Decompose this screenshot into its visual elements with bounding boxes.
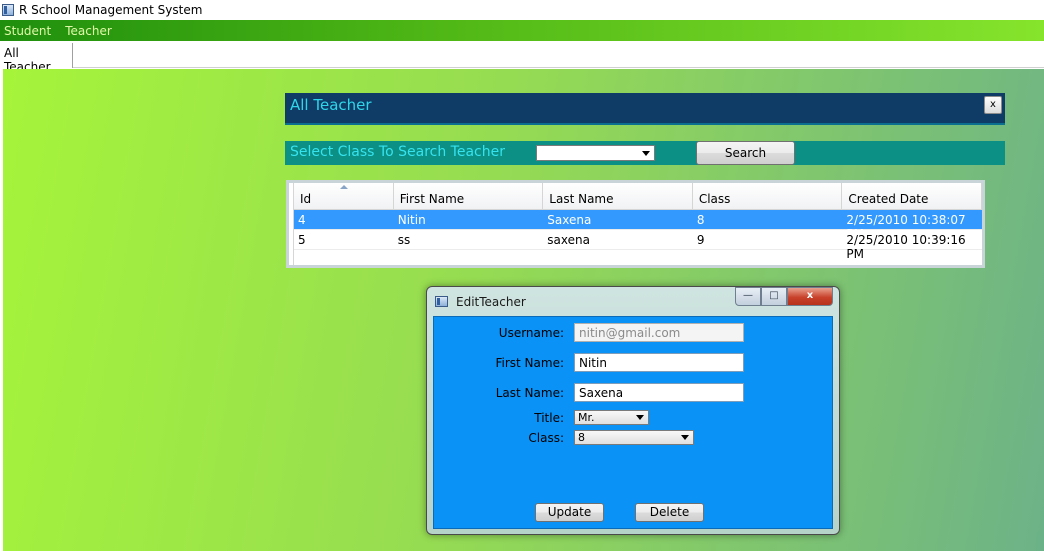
cell-first-name: Nitin — [397, 213, 426, 227]
search-button[interactable]: Search — [696, 141, 795, 165]
column-header-class[interactable]: Class — [693, 183, 843, 210]
class-select[interactable]: 8 — [574, 430, 694, 445]
menu-item-teacher[interactable]: Teacher — [61, 24, 116, 38]
column-header-label: Id — [300, 192, 312, 206]
update-button[interactable]: Update — [535, 503, 604, 522]
window-titlebar: R School Management System — [0, 0, 1044, 20]
title-label: Title: — [534, 411, 564, 425]
panel-close-button[interactable]: x — [984, 96, 1002, 114]
first-name-field[interactable]: Nitin — [574, 353, 744, 372]
app-icon — [2, 4, 14, 16]
cell-first-name: ss — [397, 233, 411, 247]
column-header-last-name[interactable]: Last Name — [543, 183, 693, 210]
window-controls: — □ x — [735, 287, 833, 306]
all-teacher-header: All Teacher x — [285, 93, 1005, 125]
dialog-title: EditTeacher — [456, 295, 526, 309]
chevron-down-icon — [642, 151, 650, 156]
maximize-button[interactable]: □ — [761, 287, 787, 306]
teacher-grid: Id First Name Last Name Class Created Da… — [286, 180, 985, 268]
search-bar: Select Class To Search Teacher Search — [285, 141, 1005, 165]
grid-header: Id First Name Last Name Class Created Da… — [294, 183, 982, 210]
username-label: Username: — [498, 326, 564, 340]
title-select-value: Mr. — [578, 411, 595, 424]
delete-button[interactable]: Delete — [635, 503, 704, 522]
cell-id: 5 — [298, 233, 306, 247]
sort-ascending-icon — [340, 185, 348, 189]
last-name-label: Last Name: — [495, 386, 564, 400]
search-label: Select Class To Search Teacher — [290, 144, 505, 160]
cell-id: 4 — [298, 213, 306, 227]
class-select-value: 8 — [578, 431, 585, 444]
cell-class: 9 — [696, 233, 705, 247]
cell-created-date: 2/25/2010 10:38:07 PM — [846, 213, 966, 241]
cell-class: 8 — [696, 213, 705, 227]
chevron-down-icon — [636, 415, 644, 420]
first-name-label: First Name: — [495, 356, 564, 370]
close-button[interactable]: x — [787, 287, 833, 306]
edit-teacher-dialog: EditTeacher — □ x Username: nitin@gmail.… — [426, 286, 840, 535]
column-header-id[interactable]: Id — [294, 183, 394, 210]
cell-last-name: Saxena — [547, 213, 592, 227]
tab-strip: All Teacher — [0, 41, 1044, 74]
minimize-button[interactable]: — — [735, 287, 761, 306]
tab-all-teacher[interactable]: All Teacher — [0, 43, 73, 74]
class-label: Class: — [528, 431, 564, 445]
last-name-field[interactable]: Saxena — [574, 383, 744, 402]
title-select[interactable]: Mr. — [574, 410, 649, 425]
username-field: nitin@gmail.com — [574, 323, 744, 342]
window-title: R School Management System — [19, 3, 203, 17]
chevron-down-icon — [681, 435, 689, 440]
panel-title: All Teacher — [290, 96, 372, 114]
column-header-first-name[interactable]: First Name — [394, 183, 544, 210]
class-search-select[interactable] — [536, 145, 655, 161]
column-header-created-date[interactable]: Created Date — [842, 183, 982, 210]
menu-bar: Student Teacher — [0, 20, 1044, 41]
table-row[interactable]: 4 Nitin Saxena 8 2/25/2010 10:38:07 PM — [294, 210, 982, 241]
cell-last-name: saxena — [547, 233, 590, 247]
table-row[interactable]: 5 ss saxena 9 2/25/2010 10:39:16 PM — [294, 230, 982, 261]
window-icon — [435, 296, 448, 307]
dialog-form: Username: nitin@gmail.com First Name: Ni… — [433, 316, 833, 529]
menu-item-student[interactable]: Student — [0, 24, 55, 38]
cell-created-date: 2/25/2010 10:39:16 PM — [846, 233, 966, 261]
